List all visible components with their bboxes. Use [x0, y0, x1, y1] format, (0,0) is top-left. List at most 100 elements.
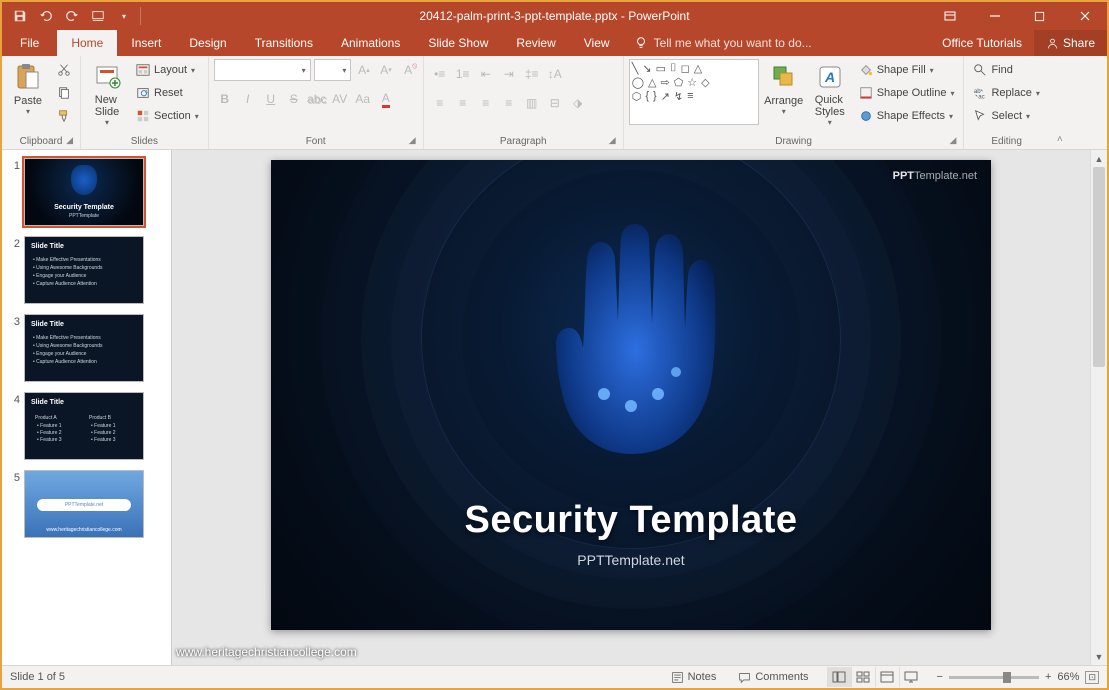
reading-view-icon[interactable] [875, 667, 899, 687]
columns-icon[interactable]: ▥ [521, 92, 543, 114]
slide-thumbnails-panel[interactable]: 1 Security Template PPTTemplate 2 Slide … [2, 150, 172, 665]
align-right-icon[interactable]: ≡ [475, 92, 497, 114]
slide-sorter-view-icon[interactable] [851, 667, 875, 687]
text-direction-icon[interactable]: ↕A [544, 63, 566, 85]
strikethrough-icon[interactable]: S [283, 88, 305, 110]
format-painter-button[interactable] [53, 105, 75, 127]
zoom-slider[interactable] [949, 676, 1039, 679]
vertical-scrollbar[interactable]: ▲ ▼ [1090, 150, 1107, 665]
scroll-down-icon[interactable]: ▼ [1091, 648, 1107, 665]
share-button[interactable]: Share [1034, 30, 1107, 56]
replace-button[interactable]: abacReplace▾ [969, 82, 1043, 104]
workspace: 1 Security Template PPTTemplate 2 Slide … [2, 150, 1107, 665]
smartart-icon[interactable]: ⬗ [567, 92, 589, 114]
share-icon [1046, 37, 1059, 50]
zoom-in-icon[interactable]: + [1045, 671, 1051, 683]
italic-icon[interactable]: I [237, 88, 259, 110]
layout-button[interactable]: Layout▾ [132, 59, 203, 81]
slide-canvas-area[interactable]: PPTTemplate.net Security Template PPTTem… [172, 150, 1090, 665]
grow-font-icon[interactable]: A▴ [354, 59, 373, 81]
numbering-icon[interactable]: 1≡ [452, 63, 474, 85]
tab-animations[interactable]: Animations [327, 30, 414, 56]
collapse-ribbon-icon[interactable]: ˄ [1049, 56, 1071, 149]
tab-view[interactable]: View [570, 30, 624, 56]
tab-home[interactable]: Home [57, 30, 117, 56]
thumbnail-3[interactable]: 3 Slide Title • Make Effective Presentat… [6, 314, 167, 382]
change-case-icon[interactable]: Aa [352, 88, 374, 110]
group-font: ▾ ▾ A▴ A▾ A⦸ B I U S abc AV Aa A Font◢ [209, 56, 424, 149]
align-center-icon[interactable]: ≡ [452, 92, 474, 114]
tab-transitions[interactable]: Transitions [241, 30, 327, 56]
scroll-thumb[interactable] [1093, 167, 1105, 367]
window-title: 20412-palm-print-3-ppt-template.pptx - P… [419, 9, 689, 23]
undo-icon[interactable] [34, 4, 58, 28]
reset-button[interactable]: Reset [132, 82, 203, 104]
fit-to-window-icon[interactable]: ⊡ [1085, 671, 1099, 684]
thumbnail-1[interactable]: 1 Security Template PPTTemplate [6, 158, 167, 226]
zoom-percentage[interactable]: 66% [1057, 671, 1079, 683]
arrange-button[interactable]: Arrange ▾ [763, 59, 805, 129]
paste-button[interactable]: Paste ▾ [7, 59, 49, 129]
close-icon[interactable] [1062, 2, 1107, 30]
office-tutorials-button[interactable]: Office Tutorials [930, 30, 1034, 56]
document-filename: 20412-palm-print-3-ppt-template.pptx [419, 9, 617, 23]
dialog-launcher-icon[interactable]: ◢ [66, 135, 73, 146]
align-text-icon[interactable]: ⊟ [544, 92, 566, 114]
select-button[interactable]: Select▾ [969, 105, 1043, 127]
character-spacing-icon[interactable]: AV [329, 88, 351, 110]
scroll-track[interactable] [1091, 167, 1107, 648]
tab-insert[interactable]: Insert [117, 30, 175, 56]
justify-icon[interactable]: ≡ [498, 92, 520, 114]
dialog-launcher-icon[interactable]: ◢ [409, 135, 416, 146]
increase-indent-icon[interactable]: ⇥ [498, 63, 520, 85]
underline-icon[interactable]: U [260, 88, 282, 110]
bullets-icon[interactable]: •≡ [429, 63, 451, 85]
section-button[interactable]: Section▾ [132, 105, 203, 127]
tab-review[interactable]: Review [502, 30, 569, 56]
dialog-launcher-icon[interactable]: ◢ [609, 135, 616, 146]
decrease-indent-icon[interactable]: ⇤ [475, 63, 497, 85]
start-from-beginning-icon[interactable] [86, 4, 110, 28]
font-color-icon[interactable]: A [375, 88, 397, 110]
save-icon[interactable] [8, 4, 32, 28]
zoom-slider-thumb[interactable] [1003, 672, 1011, 683]
quick-styles-button[interactable]: A Quick Styles ▾ [809, 59, 851, 129]
font-name-combo[interactable]: ▾ [214, 59, 311, 81]
arrange-icon [768, 61, 800, 93]
ribbon-display-options-icon[interactable] [927, 2, 972, 30]
tab-file[interactable]: File [2, 30, 57, 56]
font-size-combo[interactable]: ▾ [314, 59, 352, 81]
copy-button[interactable] [53, 82, 75, 104]
scroll-up-icon[interactable]: ▲ [1091, 150, 1107, 167]
shape-fill-button[interactable]: Shape Fill▾ [855, 59, 959, 81]
tell-me-search[interactable]: Tell me what you want to do... [624, 30, 822, 56]
normal-view-icon[interactable] [827, 667, 851, 687]
line-spacing-icon[interactable]: ‡≡ [521, 63, 543, 85]
find-button[interactable]: Find [969, 59, 1043, 81]
redo-icon[interactable] [60, 4, 84, 28]
align-left-icon[interactable]: ≡ [429, 92, 451, 114]
bold-icon[interactable]: B [214, 88, 236, 110]
thumbnail-5[interactable]: 5 PPTTemplate.net www.heritagechristianc… [6, 470, 167, 538]
shrink-font-icon[interactable]: A▾ [377, 59, 396, 81]
thumbnail-4[interactable]: 4 Slide Title Product AProduct B • Featu… [6, 392, 167, 460]
zoom-out-icon[interactable]: − [937, 671, 943, 683]
cut-button[interactable] [53, 59, 75, 81]
shape-effects-button[interactable]: Shape Effects▾ [855, 105, 959, 127]
minimize-icon[interactable] [972, 2, 1017, 30]
slideshow-view-icon[interactable] [899, 667, 923, 687]
maximize-icon[interactable] [1017, 2, 1062, 30]
shape-outline-button[interactable]: Shape Outline▾ [855, 82, 959, 104]
comments-button[interactable]: Comments [734, 671, 812, 684]
new-slide-button[interactable]: New Slide ▾ [86, 59, 128, 129]
notes-button[interactable]: Notes [667, 671, 721, 684]
clear-formatting-icon[interactable]: A⦸ [399, 59, 418, 81]
qat-customize-icon[interactable]: ▾ [112, 4, 136, 28]
shapes-gallery[interactable]: ╲↘▭⌷◻△ ◯△⇨⬠☆◇ ⬡{}↗↯≡ [629, 59, 759, 125]
text-shadow-icon[interactable]: abc [306, 88, 328, 110]
dialog-launcher-icon[interactable]: ◢ [950, 135, 957, 146]
tab-slide-show[interactable]: Slide Show [414, 30, 502, 56]
tab-design[interactable]: Design [175, 30, 240, 56]
svg-text:ac: ac [979, 93, 985, 100]
thumbnail-2[interactable]: 2 Slide Title • Make Effective Presentat… [6, 236, 167, 304]
